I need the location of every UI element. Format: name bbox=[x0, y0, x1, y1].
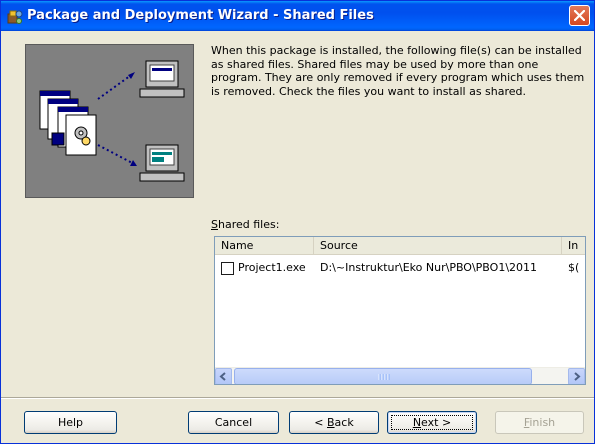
grip-icon bbox=[378, 374, 390, 380]
back-accel: B bbox=[327, 416, 335, 429]
shared-files-accel: S bbox=[211, 218, 218, 231]
deployment-illustration bbox=[25, 44, 194, 198]
description-text: When this package is installed, the foll… bbox=[211, 44, 585, 98]
next-button[interactable]: Next > bbox=[387, 411, 477, 434]
wizard-window: Package and Deployment Wizard - Shared F… bbox=[0, 0, 595, 444]
scroll-thumb[interactable] bbox=[234, 368, 532, 384]
shared-files-label-rest: hared files: bbox=[217, 218, 280, 231]
back-label-pre: < bbox=[314, 416, 327, 429]
column-header-name[interactable]: Name bbox=[215, 237, 314, 255]
window-title: Package and Deployment Wizard - Shared F… bbox=[27, 8, 374, 23]
back-button[interactable]: < Back bbox=[289, 411, 379, 434]
file-name: Project1.exe bbox=[238, 261, 306, 274]
arrow-right-icon bbox=[574, 372, 581, 381]
focus-rect bbox=[391, 415, 473, 430]
scroll-left-button[interactable] bbox=[215, 368, 232, 384]
finish-button[interactable]: Finish bbox=[495, 411, 584, 434]
list-header: Name Source In bbox=[215, 237, 585, 255]
finish-label-rest: inish bbox=[529, 416, 556, 429]
deployment-illustration-icon bbox=[39, 60, 185, 182]
shared-files-label: Shared files: bbox=[211, 218, 279, 231]
file-source: D:\~Instruktur\Eko Nur\PBO\PBO1\2011 bbox=[320, 261, 538, 274]
cancel-button[interactable]: Cancel bbox=[188, 411, 279, 434]
column-header-install[interactable]: In bbox=[562, 237, 585, 255]
title-bar[interactable]: Package and Deployment Wizard - Shared F… bbox=[1, 1, 594, 31]
scroll-right-button[interactable] bbox=[568, 368, 585, 384]
help-button[interactable]: Help bbox=[24, 411, 117, 434]
back-label-rest: ack bbox=[334, 416, 354, 429]
close-button[interactable] bbox=[569, 5, 590, 26]
button-divider bbox=[1, 397, 594, 399]
package-wizard-icon bbox=[7, 10, 23, 24]
column-header-source[interactable]: Source bbox=[314, 237, 562, 255]
shared-files-list[interactable]: Name Source In Project1.exe D:\~Instrukt… bbox=[214, 236, 586, 385]
file-install-path: $( bbox=[568, 261, 580, 274]
arrow-left-icon bbox=[219, 372, 226, 381]
list-item[interactable]: Project1.exe D:\~Instruktur\Eko Nur\PBO\… bbox=[215, 259, 585, 277]
shared-checkbox[interactable] bbox=[221, 262, 234, 275]
close-icon bbox=[574, 10, 585, 21]
horizontal-scrollbar[interactable] bbox=[215, 367, 585, 384]
